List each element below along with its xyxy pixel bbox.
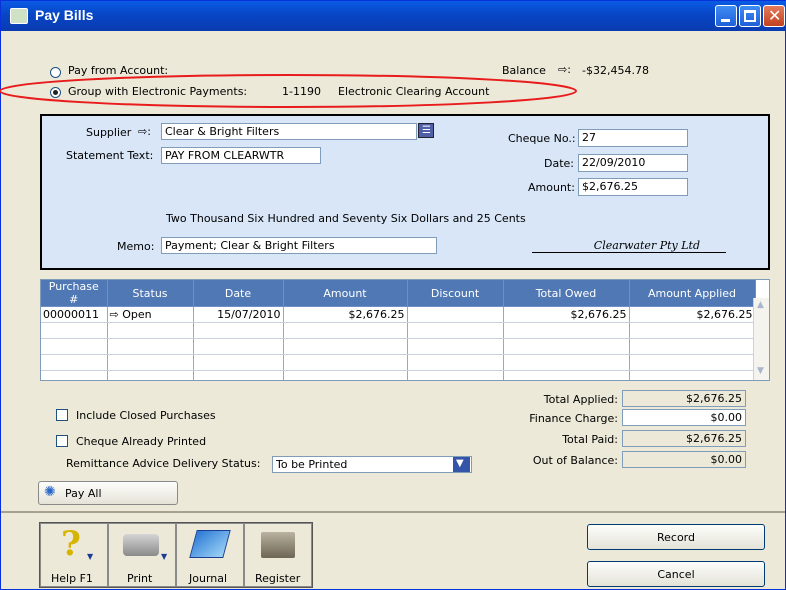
journal-button[interactable]: Journal xyxy=(176,523,244,587)
table-header-row: Purchase # Status Date Amount Discount T… xyxy=(41,280,756,307)
help-label: Help F1 xyxy=(51,572,93,585)
date-label: Date: xyxy=(544,157,574,170)
include-closed-purchases-label: Include Closed Purchases xyxy=(76,409,216,422)
amount-label: Amount: xyxy=(528,181,575,194)
column-header[interactable]: Amount Applied xyxy=(629,280,756,307)
minimize-icon xyxy=(721,19,730,22)
status-text: Open xyxy=(122,308,152,321)
window-app-icon xyxy=(10,8,28,24)
amount-in-words: Two Thousand Six Hundred and Seventy Six… xyxy=(166,212,526,225)
annotation-ellipse xyxy=(0,74,577,108)
scroll-down-icon[interactable]: ▼ xyxy=(757,366,764,376)
finance-charge-field[interactable]: $0.00 xyxy=(622,409,746,426)
journal-label: Journal xyxy=(189,572,228,585)
total-owed-cell[interactable]: $2,676.25 xyxy=(503,306,630,323)
supplier-arrow-icon[interactable]: ⇨: xyxy=(138,125,151,138)
pay-all-label: Pay All xyxy=(65,487,102,500)
cheque-no-label: Cheque No.: xyxy=(508,132,576,145)
arrow-icon[interactable]: ⇨ xyxy=(110,308,123,321)
supplier-list-button[interactable]: ☰ xyxy=(418,123,434,138)
bottom-divider xyxy=(1,511,785,513)
cheque-no-field[interactable]: 27 xyxy=(578,129,688,147)
discount-cell[interactable] xyxy=(407,306,504,323)
column-header[interactable]: Status xyxy=(107,280,194,307)
scroll-up-icon[interactable]: ▲ xyxy=(757,300,764,310)
maximize-button[interactable] xyxy=(739,5,761,27)
purchases-table-container: Purchase # Status Date Amount Discount T… xyxy=(40,279,770,381)
table-row[interactable] xyxy=(41,370,756,380)
table-row[interactable]: 00000011 ⇨ Open 15/07/2010 $2,676.25 $2,… xyxy=(41,306,756,323)
chevron-down-icon: ▼ xyxy=(456,458,464,469)
total-applied-value: $2,676.25 xyxy=(622,390,746,407)
column-header[interactable]: Discount xyxy=(407,280,504,307)
purchases-table: Purchase # Status Date Amount Discount T… xyxy=(41,280,756,380)
total-paid-value: $2,676.25 xyxy=(622,430,746,447)
help-icon: ? xyxy=(61,524,81,564)
cheque-already-printed-checkbox[interactable] xyxy=(56,435,68,447)
cancel-button[interactable]: Cancel xyxy=(587,561,765,587)
supplier-label: Supplier xyxy=(86,126,132,139)
record-label: Record xyxy=(656,531,695,544)
column-header[interactable]: Purchase # xyxy=(41,280,108,307)
balance-value: -$32,454.78 xyxy=(582,64,649,77)
out-of-balance-label: Out of Balance: xyxy=(532,454,618,467)
date-field[interactable]: 22/09/2010 xyxy=(578,154,688,172)
table-scrollbar[interactable]: ▲ ▼ xyxy=(753,298,769,380)
content-area: Pay from Account: Balance ⇨: -$32,454.78… xyxy=(0,31,782,511)
column-header[interactable]: Date xyxy=(193,280,284,307)
remittance-dropdown-button[interactable]: ▼ xyxy=(453,457,470,472)
column-header[interactable]: Amount xyxy=(283,280,408,307)
cancel-label: Cancel xyxy=(657,568,695,581)
statement-text-label: Statement Text: xyxy=(66,149,154,162)
finance-charge-label: Finance Charge: xyxy=(529,412,618,425)
total-paid-label: Total Paid: xyxy=(562,433,618,446)
print-button[interactable]: ▼ Print xyxy=(108,523,176,587)
amount-applied-cell[interactable]: $2,676.25 xyxy=(629,306,756,323)
window-title: Pay Bills xyxy=(35,7,94,23)
status-cell[interactable]: ⇨ Open xyxy=(107,306,194,323)
memo-label: Memo: xyxy=(117,240,155,253)
print-label: Print xyxy=(127,572,153,585)
print-dropdown-icon: ▼ xyxy=(161,552,168,561)
journal-icon xyxy=(189,530,231,558)
help-button[interactable]: ? ▼ Help F1 xyxy=(40,523,108,587)
register-button[interactable]: Register xyxy=(244,523,312,587)
pay-bills-window: Pay Bills ✕ Pay from Account: Balance ⇨:… xyxy=(0,0,786,590)
help-dropdown-icon: ▼ xyxy=(87,552,94,561)
remittance-delivery-select[interactable]: To be Printed xyxy=(272,456,472,473)
out-of-balance-value: $0.00 xyxy=(622,451,746,468)
cheque-already-printed-label: Cheque Already Printed xyxy=(76,435,207,448)
include-closed-purchases-checkbox[interactable] xyxy=(56,409,68,421)
record-button[interactable]: Record xyxy=(587,524,765,550)
pay-all-icon: ✺ xyxy=(44,484,56,500)
signature-line: Clearwater Pty Ltd xyxy=(532,239,726,253)
minimize-button[interactable] xyxy=(715,5,737,27)
printer-icon xyxy=(123,534,159,556)
statement-text-field[interactable]: PAY FROM CLEARWTR xyxy=(161,147,321,164)
close-icon: ✕ xyxy=(768,6,782,25)
supplier-field[interactable]: Clear & Bright Filters xyxy=(161,123,417,140)
table-row[interactable] xyxy=(41,322,756,339)
register-label: Register xyxy=(255,572,301,585)
register-icon xyxy=(261,532,295,558)
title-bar: Pay Bills ✕ xyxy=(1,1,786,31)
table-row[interactable] xyxy=(41,354,756,371)
close-button[interactable]: ✕ xyxy=(763,5,785,27)
purchase-number-cell[interactable]: 00000011 xyxy=(41,306,108,323)
column-header[interactable]: Total Owed xyxy=(503,280,630,307)
list-icon: ☰ xyxy=(422,125,431,136)
date-cell[interactable]: 15/07/2010 xyxy=(193,306,284,323)
remittance-delivery-label: Remittance Advice Delivery Status: xyxy=(66,457,261,470)
pay-all-button[interactable]: ✺ Pay All xyxy=(38,481,178,505)
table-row[interactable] xyxy=(41,338,756,355)
memo-field[interactable]: Payment; Clear & Bright Filters xyxy=(161,237,437,254)
total-applied-label: Total Applied: xyxy=(543,393,618,406)
amount-cell[interactable]: $2,676.25 xyxy=(283,306,408,323)
amount-field[interactable]: $2,676.25 xyxy=(578,178,688,196)
maximize-icon xyxy=(744,10,756,22)
toolbar: ? ▼ Help F1 ▼ Print Journal Register xyxy=(39,522,313,588)
